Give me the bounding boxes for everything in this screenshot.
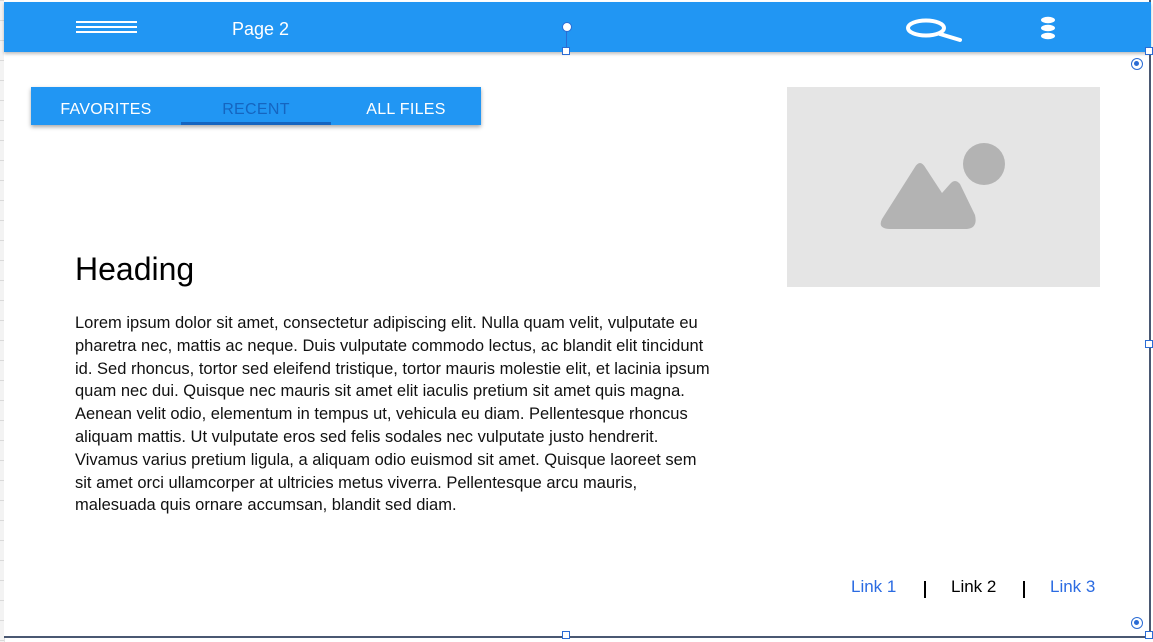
tab-favorites[interactable]: FAVORITES [31, 87, 181, 125]
tab-recent[interactable]: RECENT [181, 87, 331, 125]
link-separator [1023, 581, 1025, 598]
more-vertical-icon[interactable] [1039, 16, 1057, 45]
active-tab-indicator [181, 122, 331, 125]
content-heading: Heading [75, 251, 195, 287]
footer-link-1[interactable]: Link 1 [851, 577, 896, 597]
resize-handle-right[interactable] [1145, 340, 1153, 348]
image-placeholder [787, 87, 1100, 287]
page-title: Page 2 [232, 19, 290, 39]
resize-handle-top-right[interactable] [1145, 47, 1153, 55]
anchor-handle-bottom[interactable] [1131, 617, 1143, 629]
app-bar: Page 2 [4, 2, 1151, 52]
footer-link-2[interactable]: Link 2 [951, 577, 996, 597]
resize-handle-bottom[interactable] [562, 631, 570, 639]
anchor-handle-top[interactable] [1131, 58, 1143, 70]
hamburger-menu-icon[interactable] [76, 21, 137, 39]
resize-handle-bottom-right[interactable] [1145, 631, 1153, 639]
image-placeholder-icon [880, 143, 1005, 229]
content-body: Lorem ipsum dolor sit amet, consectetur … [75, 314, 710, 515]
search-icon[interactable] [904, 17, 966, 48]
tab-bar: FAVORITES RECENT ALL FILES [31, 87, 481, 125]
resize-handle-top[interactable] [562, 47, 570, 55]
tab-all-files[interactable]: ALL FILES [331, 87, 481, 125]
rotation-handle[interactable] [562, 22, 572, 32]
link-separator [924, 581, 926, 598]
footer-link-3[interactable]: Link 3 [1050, 577, 1095, 597]
